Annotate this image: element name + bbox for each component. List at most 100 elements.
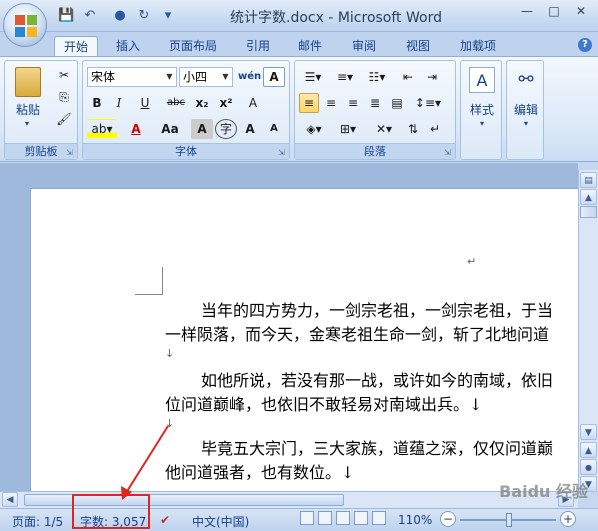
- title-bar: 💾 ↶ ● ↻ ▾ 统计字数.docx - Microsoft Word — □…: [0, 0, 598, 32]
- shrink-font-button[interactable]: A: [263, 119, 285, 139]
- font-launcher-icon[interactable]: ⇲: [278, 148, 287, 157]
- outline-view-icon[interactable]: [354, 511, 368, 525]
- copy-icon[interactable]: ⎘: [55, 87, 73, 107]
- tab-insert[interactable]: 插入: [108, 36, 148, 56]
- help-icon[interactable]: ?: [578, 38, 592, 52]
- tab-review[interactable]: 审阅: [344, 36, 384, 56]
- format-painter-icon[interactable]: 🖌: [55, 109, 73, 129]
- language-indicator[interactable]: 中文(中国): [192, 513, 249, 530]
- italic-button[interactable]: I: [109, 93, 129, 113]
- shading-icon[interactable]: ◈▾: [299, 119, 329, 139]
- redo-icon[interactable]: ●: [112, 8, 128, 24]
- zoom-level[interactable]: 110%: [398, 513, 432, 527]
- superscript-button[interactable]: x²: [215, 93, 237, 113]
- ribbon-tabs: 开始 插入 页面布局 引用 邮件 审阅 视图 加载项: [0, 32, 598, 56]
- character-shading-button[interactable]: A: [191, 119, 213, 139]
- cut-icon[interactable]: ✂: [55, 65, 73, 85]
- styles-button[interactable]: 样式: [461, 101, 503, 118]
- tab-add-ins[interactable]: 加载项: [450, 36, 506, 56]
- paragraph-group: ☰▾ ≡▾ ☷▾ ⇤ ⇥ ≡ ≡ ≡ ≣ ▤ ↕≡▾ ◈▾ ⊞▾ ✕▾ ⇅ ↵ …: [294, 60, 456, 160]
- close-button[interactable]: ✕: [568, 2, 594, 20]
- enclose-characters-button[interactable]: 字: [215, 119, 237, 139]
- distributed-icon[interactable]: ▤: [387, 93, 407, 113]
- page-count[interactable]: 页面: 1/5: [12, 513, 63, 530]
- font-size-combo[interactable]: 小四 ▼: [179, 67, 233, 87]
- editing-group: ⚯ 编辑 ▾: [506, 60, 544, 160]
- zoom-in-icon[interactable]: +: [560, 511, 576, 527]
- binoculars-icon[interactable]: ⚯: [513, 67, 539, 93]
- show-marks-icon[interactable]: ⇅: [403, 119, 423, 139]
- font-name-value: 宋体: [91, 70, 116, 84]
- office-button[interactable]: [3, 3, 47, 47]
- character-border-button[interactable]: A: [263, 67, 285, 87]
- paragraph-line: 位问道巅峰，也依旧不敢轻易对南域出兵。↓: [165, 395, 483, 414]
- font-group-label: 字体: [83, 143, 289, 159]
- zoom-slider-thumb[interactable]: [506, 513, 512, 527]
- multilevel-list-icon[interactable]: ☷▾: [363, 67, 391, 87]
- highlight-color-button[interactable]: ab▾: [87, 119, 117, 139]
- browse-object-icon[interactable]: ●: [580, 459, 597, 475]
- customize-quick-access-icon[interactable]: ▾: [160, 8, 176, 24]
- paste-icon[interactable]: [15, 67, 41, 97]
- paragraph-line: 当年的四方势力，一剑宗老祖，一剑宗老祖，于当: [201, 301, 554, 320]
- save-icon[interactable]: 💾: [58, 8, 74, 24]
- phonetic-guide-button[interactable]: wén: [237, 67, 261, 87]
- paragraph-line: 毕竟五大宗门，三大家族，道蕴之深，仅仅问道巅: [201, 439, 554, 458]
- align-center-icon[interactable]: ≡: [321, 93, 341, 113]
- maximize-button[interactable]: □: [541, 2, 567, 20]
- clipboard-launcher-icon[interactable]: ⇲: [66, 148, 75, 157]
- borders-icon[interactable]: ⊞▾: [333, 119, 363, 139]
- styles-group: A 样式 ▾: [460, 60, 502, 160]
- zoom-out-icon[interactable]: −: [440, 511, 456, 527]
- bullets-icon[interactable]: ☰▾: [299, 67, 327, 87]
- strikethrough-button[interactable]: abc: [163, 93, 189, 113]
- vertical-scrollbar[interactable]: ▤ ▲ ▼ ▲ ● ▼: [578, 170, 598, 492]
- previous-page-icon[interactable]: ▲: [580, 442, 597, 458]
- font-color-button[interactable]: A: [121, 119, 151, 139]
- increase-indent-icon[interactable]: ⇥: [421, 67, 443, 87]
- paste-button[interactable]: 粘贴: [11, 101, 45, 118]
- paragraph-mark-icon[interactable]: ↵: [425, 119, 445, 139]
- tab-view[interactable]: 视图: [398, 36, 438, 56]
- ruler-toggle-icon[interactable]: ▤: [580, 172, 597, 188]
- document-page[interactable]: ↵ 当年的四方势力，一剑宗老祖，一剑宗老祖，于当 一样陨落，而今天，金寒老祖生命…: [30, 188, 578, 491]
- undo-icon[interactable]: ↶: [82, 8, 98, 24]
- proofing-icon[interactable]: ✔: [160, 513, 170, 527]
- editing-button[interactable]: 编辑: [507, 101, 545, 118]
- underline-button[interactable]: U: [131, 93, 159, 113]
- change-case-button[interactable]: Aa: [155, 119, 185, 139]
- tab-references[interactable]: 引用: [238, 36, 278, 56]
- grow-font-button[interactable]: A: [239, 119, 261, 139]
- draft-view-icon[interactable]: [372, 511, 386, 525]
- decrease-indent-icon[interactable]: ⇤: [397, 67, 419, 87]
- chevron-down-icon: ▼: [166, 72, 173, 81]
- font-name-combo[interactable]: 宋体 ▼: [87, 67, 177, 87]
- bold-button[interactable]: B: [87, 93, 107, 113]
- paragraph-mark-icon: ↓: [165, 417, 175, 430]
- scroll-down-icon[interactable]: ▼: [580, 424, 597, 440]
- document-area[interactable]: ↵ 当年的四方势力，一剑宗老祖，一剑宗老祖，于当 一样陨落，而今天，金寒老祖生命…: [0, 163, 578, 491]
- minimize-button[interactable]: —: [514, 2, 540, 20]
- subscript-button[interactable]: x₂: [191, 93, 213, 113]
- numbering-icon[interactable]: ≡▾: [331, 67, 359, 87]
- tab-page-layout[interactable]: 页面布局: [160, 36, 226, 56]
- vertical-scroll-thumb[interactable]: [580, 206, 597, 218]
- tab-mailings[interactable]: 邮件: [290, 36, 330, 56]
- office-logo-icon: [15, 15, 37, 37]
- web-layout-view-icon[interactable]: [336, 511, 350, 525]
- align-right-icon[interactable]: ≡: [343, 93, 363, 113]
- tab-home[interactable]: 开始: [54, 36, 98, 56]
- font-size-value: 小四: [183, 70, 208, 84]
- styles-icon[interactable]: A: [469, 67, 495, 93]
- align-left-icon[interactable]: ≡: [299, 93, 319, 113]
- print-layout-view-icon[interactable]: [300, 511, 314, 525]
- repeat-icon[interactable]: ↻: [136, 8, 152, 24]
- scroll-up-icon[interactable]: ▲: [580, 189, 597, 205]
- sort-icon[interactable]: ✕▾: [369, 119, 399, 139]
- full-screen-view-icon[interactable]: [318, 511, 332, 525]
- clear-formatting-button[interactable]: A: [241, 93, 265, 113]
- line-spacing-icon[interactable]: ↕≡▾: [413, 93, 443, 113]
- scroll-left-icon[interactable]: ◀: [2, 492, 18, 507]
- justify-icon[interactable]: ≣: [365, 93, 385, 113]
- paragraph-launcher-icon[interactable]: ⇲: [444, 148, 453, 157]
